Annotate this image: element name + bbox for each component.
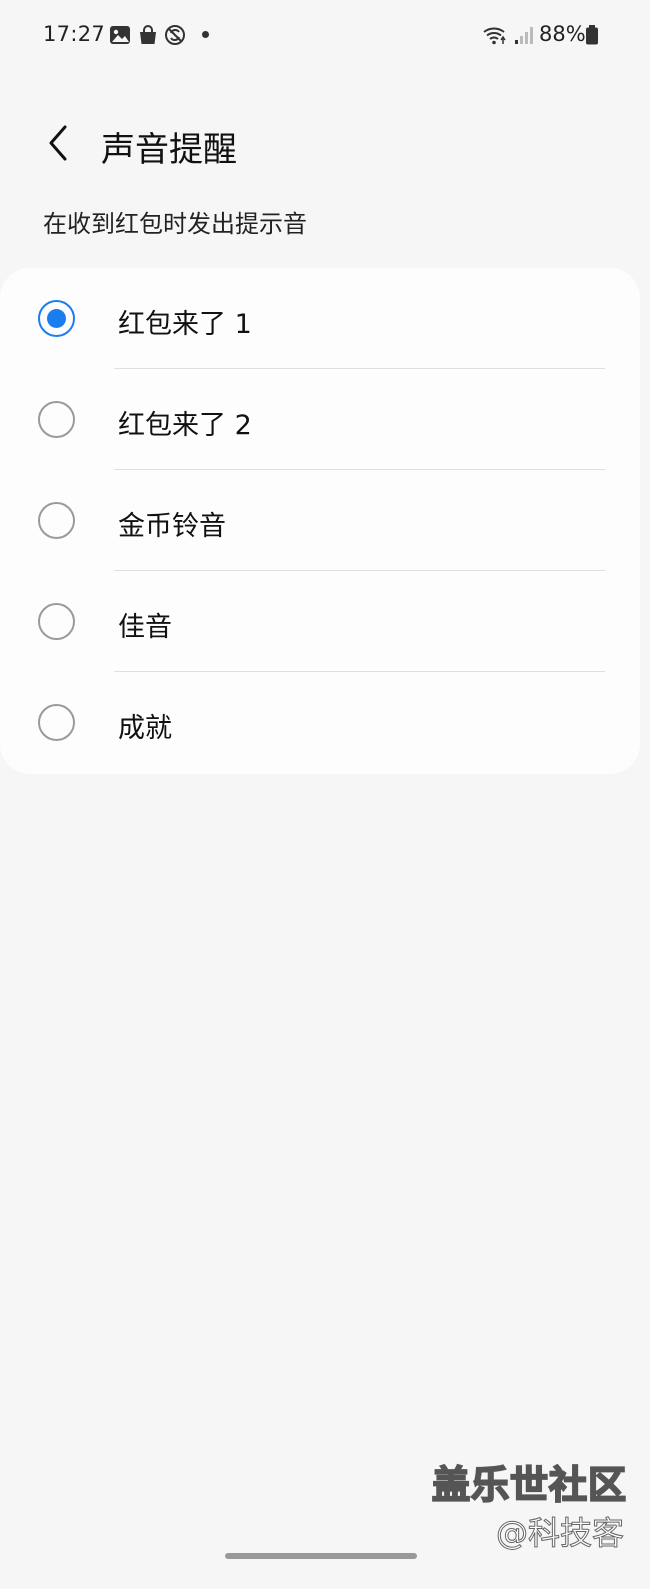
notification-dot: [202, 31, 209, 38]
home-indicator[interactable]: [225, 1553, 417, 1559]
radio-button[interactable]: [38, 704, 75, 741]
radio-button[interactable]: [38, 401, 75, 438]
option-label: 红包来了 2: [118, 410, 252, 441]
option-label: 金币铃音: [118, 511, 226, 542]
signal-icon: [515, 27, 533, 44]
option-label: 佳音: [118, 612, 172, 643]
option-label: 成就: [118, 713, 172, 744]
radio-button[interactable]: [38, 502, 75, 539]
option-row[interactable]: 成就: [0, 672, 640, 773]
no-sync-icon: [165, 25, 185, 45]
watermark-title: 盖乐世社区: [431, 1462, 628, 1508]
back-button[interactable]: [36, 118, 80, 168]
screen: 17:27 88% 声音提醒 在收到红包时发出提示音 红包来了 1 红包来了 2…: [0, 0, 650, 1589]
sound-options-list: 红包来了 1 红包来了 2 金币铃音 佳音 成就: [0, 268, 640, 774]
shopping-bag-icon: [140, 25, 156, 44]
watermark-handle: @科技客: [495, 1514, 625, 1553]
battery-icon: [586, 25, 598, 45]
status-time: 17:27: [43, 22, 106, 46]
radio-button[interactable]: [38, 603, 75, 640]
page-title: 声音提醒: [101, 130, 237, 170]
chevron-left-icon: [49, 125, 67, 161]
option-row[interactable]: 金币铃音: [0, 470, 640, 571]
battery-percentage: 88%: [539, 22, 586, 46]
status-bar: 17:27 88%: [0, 0, 650, 72]
gallery-icon: [110, 26, 130, 44]
radio-button-selected[interactable]: [38, 300, 75, 337]
option-row[interactable]: 红包来了 2: [0, 369, 640, 470]
option-label: 红包来了 1: [118, 309, 252, 340]
page-subtitle: 在收到红包时发出提示音: [43, 210, 307, 238]
wifi-icon: [483, 27, 506, 45]
option-row[interactable]: 佳音: [0, 571, 640, 672]
option-row[interactable]: 红包来了 1: [0, 268, 640, 369]
